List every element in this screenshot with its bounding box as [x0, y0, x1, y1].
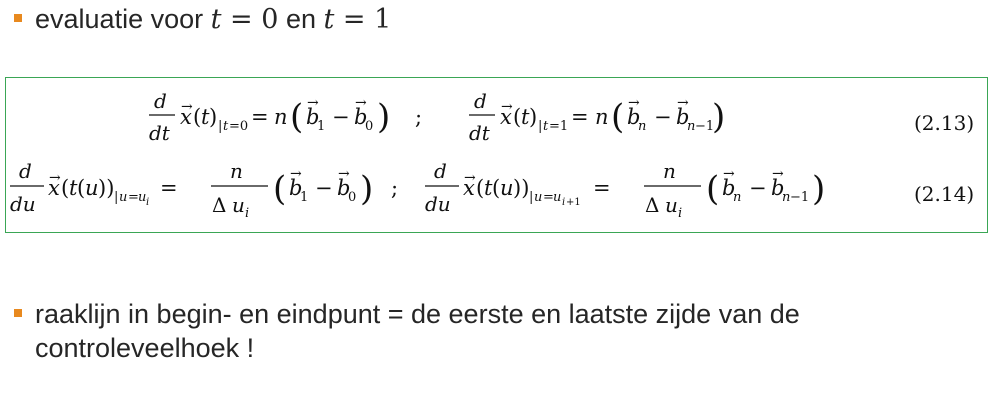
svg-text:(: (	[611, 97, 624, 137]
svg-text:(: (	[492, 176, 500, 200]
svg-text:→: →	[501, 99, 513, 115]
svg-text:→: →	[464, 170, 476, 186]
svg-text:(: (	[273, 169, 286, 209]
svg-text:): )	[712, 97, 725, 137]
svg-text:du: du	[425, 192, 451, 216]
svg-text:): )	[360, 169, 373, 209]
svg-text:0: 0	[348, 190, 356, 205]
svg-text:−: −	[654, 105, 672, 129]
svg-text:→: →	[355, 95, 367, 111]
svg-text:i: i	[245, 206, 249, 221]
bullet-text-tangent: raaklijn in begin- en eindpunt = de eers…	[35, 299, 800, 363]
svg-text:u: u	[500, 176, 514, 200]
svg-text:u: u	[553, 190, 561, 205]
svg-text:→: →	[723, 166, 735, 182]
svg-text:): )	[529, 105, 537, 129]
svg-text:0: 0	[365, 119, 373, 134]
svg-text:−: −	[749, 176, 767, 200]
svg-text:n: n	[274, 105, 288, 129]
svg-text:d: d	[19, 159, 32, 183]
svg-text:d: d	[434, 159, 447, 183]
svg-text:→: →	[772, 166, 784, 182]
svg-text:i: i	[678, 206, 682, 221]
svg-text:d: d	[154, 89, 167, 113]
svg-text:→: →	[677, 95, 689, 111]
svg-text:): )	[812, 169, 825, 209]
equation-2-14: d du x → ( t ( u )) | u = u i = n Δ u i …	[10, 159, 825, 221]
svg-text:u: u	[665, 193, 678, 217]
bullet-item-tangent: raaklijn in begin- en eindpunt = de eers…	[14, 297, 914, 365]
svg-text:|: |	[114, 190, 118, 205]
svg-text:→: →	[290, 166, 302, 182]
equation-box: d dt x → ( t ) | t =0 = n ( b → 1 − b → …	[5, 77, 988, 233]
svg-text:1: 1	[317, 119, 325, 134]
svg-text:(: (	[476, 176, 484, 200]
svg-text:u: u	[119, 190, 127, 205]
svg-text:=: =	[593, 176, 611, 200]
svg-text:(: (	[61, 176, 69, 200]
svg-text:dt: dt	[149, 121, 171, 145]
equation-number-2-14: (2.14)	[914, 182, 974, 206]
equation-svg: d dt x → ( t ) | t =0 = n ( b → 1 − b → …	[10, 89, 974, 221]
bullet-marker	[14, 309, 22, 317]
svg-text:|: |	[538, 119, 542, 134]
svg-text:;: ;	[415, 105, 422, 129]
svg-text:n: n	[230, 159, 243, 183]
bullet-item-evaluation: evaluatie voor t = 0 en t = 1	[14, 2, 391, 37]
svg-text:|: |	[218, 119, 222, 134]
svg-text:=: =	[251, 105, 269, 129]
svg-text:|: |	[529, 190, 533, 205]
svg-text:): )	[209, 105, 217, 129]
svg-text:→: →	[181, 99, 193, 115]
svg-text:−: −	[315, 176, 333, 200]
svg-text:(: (	[290, 97, 303, 137]
svg-text:u: u	[534, 190, 542, 205]
svg-text:=0: =0	[229, 119, 248, 134]
svg-text:i: i	[146, 197, 149, 208]
svg-text:→: →	[628, 95, 640, 111]
bullet-marker	[14, 14, 22, 22]
bullet-text-evaluation: evaluatie voor t = 0 en t = 1	[35, 4, 392, 35]
svg-text:n: n	[595, 105, 609, 129]
svg-text:Δ: Δ	[212, 193, 226, 217]
svg-text:(: (	[706, 169, 719, 209]
svg-text:=: =	[160, 176, 178, 200]
svg-text:=: =	[571, 105, 589, 129]
svg-text:n: n	[638, 119, 646, 134]
equation-number-2-13: (2.13)	[914, 111, 974, 135]
svg-text:→: →	[49, 170, 61, 186]
svg-text:+1: +1	[566, 197, 581, 208]
svg-text:u: u	[85, 176, 99, 200]
svg-text:du: du	[10, 192, 36, 216]
svg-text:)): ))	[98, 176, 114, 200]
svg-text:(: (	[193, 105, 201, 129]
svg-text:u: u	[232, 193, 245, 217]
svg-text:=1: =1	[549, 119, 568, 134]
svg-text:i: i	[562, 197, 565, 208]
svg-text:→: →	[338, 166, 350, 182]
svg-text:)): ))	[513, 176, 529, 200]
svg-text:;: ;	[391, 176, 398, 200]
svg-text:): )	[377, 97, 390, 137]
svg-text:(: (	[513, 105, 521, 129]
svg-text:−1: −1	[790, 190, 809, 205]
svg-text:dt: dt	[469, 121, 491, 145]
svg-text:d: d	[474, 89, 487, 113]
svg-text:→: →	[307, 95, 319, 111]
svg-text:n: n	[733, 190, 741, 205]
svg-text:n: n	[663, 159, 676, 183]
svg-text:Δ: Δ	[645, 193, 659, 217]
svg-text:−: −	[332, 105, 350, 129]
equation-2-13: d dt x → ( t ) | t =0 = n ( b → 1 − b → …	[149, 89, 725, 145]
svg-text:1: 1	[300, 190, 308, 205]
svg-text:(: (	[77, 176, 85, 200]
